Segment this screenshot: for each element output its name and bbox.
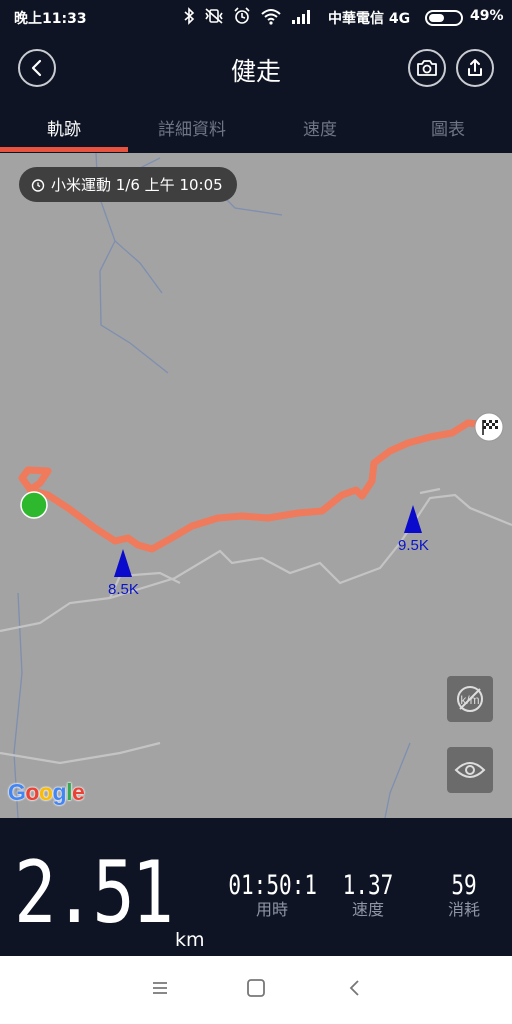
start-marker <box>20 491 48 519</box>
source-label: 小米運動 1/6 上午 10:05 <box>51 176 223 194</box>
km-toggle-button[interactable]: k/m <box>447 676 493 722</box>
stopwatch-icon <box>31 178 45 192</box>
stats-panel: 2.51 km 01:50:1 用時 1.37 速度 59 消耗 <box>0 818 512 956</box>
tab-bar: 軌跡 詳細資料 速度 圖表 <box>0 100 512 153</box>
visibility-button[interactable] <box>447 747 493 793</box>
bluetooth-icon <box>184 7 195 25</box>
home-button[interactable] <box>246 978 266 1002</box>
map-view[interactable]: 小米運動 1/6 上午 10:05 8.5K 9.5K k/m Google <box>0 153 512 818</box>
home-icon <box>247 979 265 997</box>
distance-unit: km <box>175 929 205 951</box>
tab-track[interactable]: 軌跡 <box>0 115 128 140</box>
battery-percent: 49% <box>470 8 504 24</box>
share-icon <box>468 59 482 76</box>
stat-speed-value: 1.37 <box>342 872 394 896</box>
stat-speed-label: 速度 <box>351 900 384 919</box>
stat-calories-label: 消耗 <box>447 900 480 919</box>
vibrate-off-icon <box>205 8 223 24</box>
status-bar: 晚上11:33 中華電信 4G 49% <box>0 0 512 36</box>
stat-duration-value: 01:50:1 <box>228 872 316 896</box>
signal-icon <box>292 10 310 24</box>
nav-back-icon <box>349 980 359 996</box>
header: 健走 <box>0 36 512 100</box>
finish-flag-icon <box>474 412 504 442</box>
status-carrier: 中華電信 4G <box>328 11 411 27</box>
camera-button[interactable] <box>408 49 446 87</box>
alarm-icon <box>234 7 250 24</box>
route-layer <box>18 412 504 553</box>
google-logo: Google <box>8 779 85 805</box>
stat-calories: 59 消耗 <box>426 872 502 920</box>
tab-charts[interactable]: 圖表 <box>384 115 512 140</box>
eye-icon <box>454 762 486 778</box>
km-marker-9-5: 9.5K <box>398 505 429 554</box>
km-marker-arrow <box>404 505 423 533</box>
distance-value: 2.51 <box>14 846 171 940</box>
menu-icon <box>153 982 167 994</box>
system-nav-bar <box>0 956 512 1024</box>
tab-indicator <box>0 147 128 152</box>
km-marker-arrow <box>114 549 133 577</box>
share-button[interactable] <box>456 49 494 87</box>
stat-speed: 1.37 速度 <box>328 872 408 920</box>
tab-speed[interactable]: 速度 <box>256 115 384 140</box>
source-pill: 小米運動 1/6 上午 10:05 <box>19 167 237 202</box>
km-marker-8-5: 8.5K <box>108 549 139 598</box>
stat-duration-label: 用時 <box>255 900 288 919</box>
nav-back-button[interactable] <box>345 978 365 1002</box>
battery-fill <box>429 14 444 22</box>
stat-duration: 01:50:1 用時 <box>216 872 328 920</box>
status-icons <box>183 7 313 25</box>
stat-calories-value: 59 <box>451 872 477 896</box>
menu-button[interactable] <box>150 978 170 1002</box>
km-marker-label: 9.5K <box>398 537 429 554</box>
km-marker-label: 8.5K <box>108 581 139 598</box>
wifi-icon <box>261 9 281 25</box>
battery-icon <box>425 10 463 26</box>
km-toggle-icon: k/m <box>457 686 483 712</box>
camera-icon <box>417 60 437 76</box>
status-time: 晚上11:33 <box>14 11 87 27</box>
tab-details[interactable]: 詳細資料 <box>128 115 256 140</box>
